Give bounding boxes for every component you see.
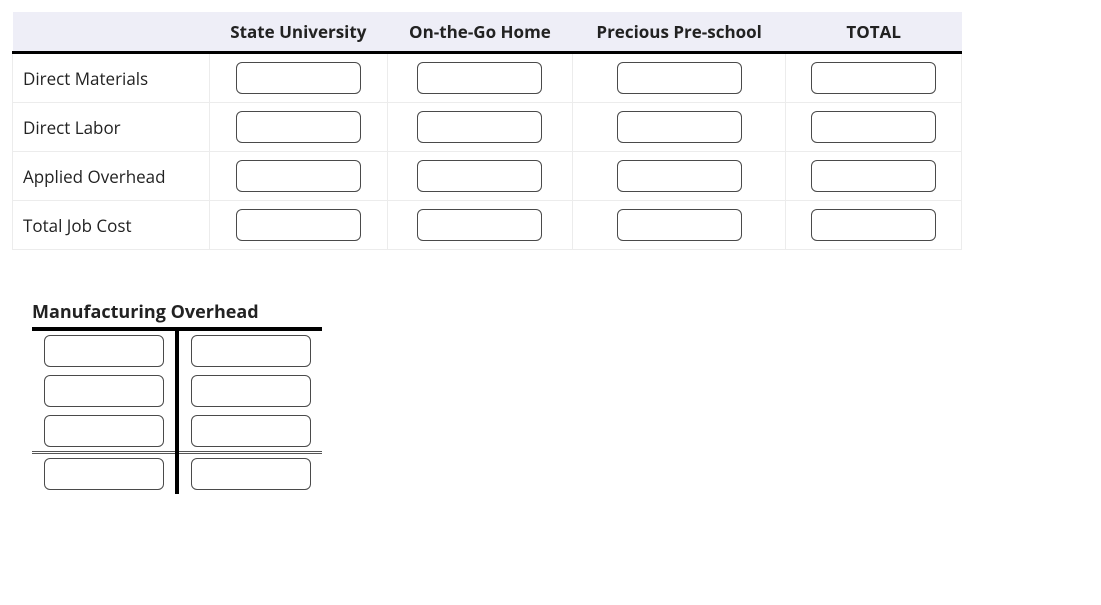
- table-row: Applied Overhead: [13, 152, 962, 201]
- row-label-direct-labor: Direct Labor: [13, 103, 210, 152]
- input-direct-labor-on-the-go-home[interactable]: [417, 111, 542, 143]
- input-direct-labor-state-university[interactable]: [236, 111, 361, 143]
- row-label-direct-materials: Direct Materials: [13, 53, 210, 103]
- row-label-applied-overhead: Applied Overhead: [13, 152, 210, 201]
- input-direct-materials-on-the-go-home[interactable]: [417, 62, 542, 94]
- input-applied-overhead-state-university[interactable]: [236, 160, 361, 192]
- input-moh-credit-1[interactable]: [191, 335, 311, 367]
- header-state-university: State University: [209, 12, 387, 53]
- input-direct-materials-precious-preschool[interactable]: [617, 62, 742, 94]
- input-applied-overhead-precious-preschool[interactable]: [617, 160, 742, 192]
- input-total-job-cost-total[interactable]: [811, 209, 936, 241]
- t-account-row: [32, 329, 322, 371]
- job-cost-table: State University On-the-Go Home Precious…: [12, 12, 962, 250]
- t-account-manufacturing-overhead: Manufacturing Overhead: [32, 300, 322, 494]
- input-total-job-cost-precious-preschool[interactable]: [617, 209, 742, 241]
- input-direct-materials-state-university[interactable]: [236, 62, 361, 94]
- input-direct-labor-total[interactable]: [811, 111, 936, 143]
- table-row: Total Job Cost: [13, 201, 962, 250]
- header-on-the-go-home: On-the-Go Home: [387, 12, 572, 53]
- table-row: Direct Materials: [13, 53, 962, 103]
- input-moh-debit-3[interactable]: [44, 415, 164, 447]
- t-account-total-row: [32, 453, 322, 495]
- table-row: Direct Labor: [13, 103, 962, 152]
- input-moh-credit-2[interactable]: [191, 375, 311, 407]
- input-moh-credit-total[interactable]: [191, 458, 311, 490]
- header-blank: [13, 12, 210, 53]
- input-applied-overhead-total[interactable]: [811, 160, 936, 192]
- input-direct-labor-precious-preschool[interactable]: [617, 111, 742, 143]
- input-moh-credit-3[interactable]: [191, 415, 311, 447]
- input-moh-debit-1[interactable]: [44, 335, 164, 367]
- input-total-job-cost-on-the-go-home[interactable]: [417, 209, 542, 241]
- row-label-total-job-cost: Total Job Cost: [13, 201, 210, 250]
- input-moh-debit-2[interactable]: [44, 375, 164, 407]
- header-total: TOTAL: [786, 12, 962, 53]
- t-account-row: [32, 411, 322, 453]
- header-precious-preschool: Precious Pre-school: [572, 12, 785, 53]
- t-account-row: [32, 371, 322, 411]
- input-total-job-cost-state-university[interactable]: [236, 209, 361, 241]
- input-direct-materials-total[interactable]: [811, 62, 936, 94]
- t-account-table: [32, 327, 322, 494]
- input-moh-debit-total[interactable]: [44, 458, 164, 490]
- t-account-title: Manufacturing Overhead: [32, 300, 322, 324]
- input-applied-overhead-on-the-go-home[interactable]: [417, 160, 542, 192]
